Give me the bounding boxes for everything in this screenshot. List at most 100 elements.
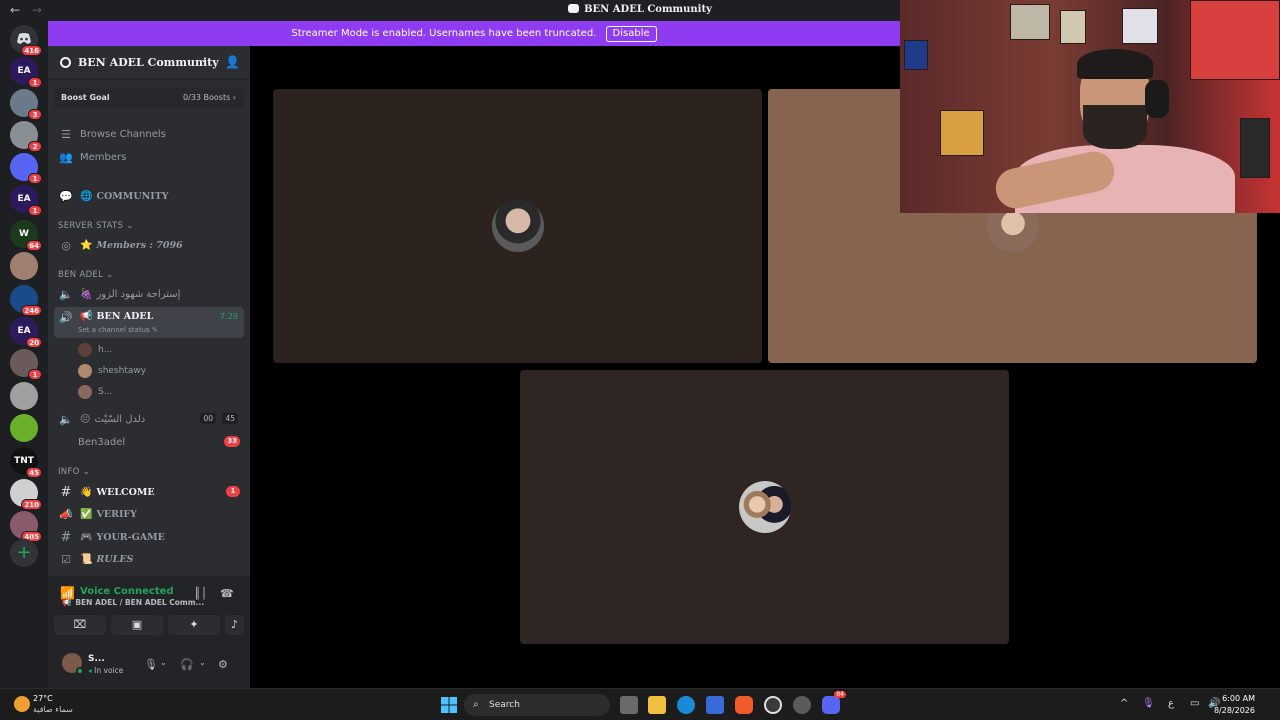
category-info-label: INFO — [58, 467, 80, 477]
headphones-icon[interactable]: 🎧 — [180, 658, 194, 671]
store-icon[interactable] — [706, 696, 724, 714]
boost-goal-bar[interactable]: Boost Goal 0/33 Boosts › — [54, 88, 244, 108]
globe-icon: 🌐 — [80, 190, 93, 202]
voice-connected-status[interactable]: Voice Connected — [80, 586, 174, 597]
channel-your-game[interactable]: # 🎮 YOUR-GAME — [54, 527, 244, 547]
category-server-stats-label: SERVER STATS — [58, 221, 124, 231]
server-icon[interactable] — [10, 252, 38, 280]
grapes-icon: 🍇 — [80, 288, 93, 300]
voice-channel-second[interactable]: 🔈 😐 دلدل السّيْث 00 45 — [54, 409, 244, 429]
channel-verify[interactable]: 📣 ✅ VERIFY — [54, 504, 244, 524]
edge-browser-icon[interactable] — [677, 696, 695, 714]
set-channel-status-link[interactable]: Set a channel status ✎ — [78, 326, 158, 334]
server-badge-icon — [60, 57, 71, 68]
voice-member[interactable]: h... — [78, 341, 112, 359]
task-view-icon[interactable] — [620, 696, 638, 714]
server-icon[interactable]: 246 — [10, 285, 42, 316]
microphone-icon[interactable]: 🎙 — [144, 658, 158, 671]
channel-community[interactable]: 💬 🌐 COMMUNITY — [54, 186, 244, 206]
unread-count-badge: 64 — [26, 240, 42, 251]
server-icon[interactable] — [10, 382, 38, 410]
taskbar-search[interactable]: ⌕ Search — [464, 694, 610, 716]
server-icon[interactable]: W 64 — [10, 220, 42, 251]
category-ben-adel-label: BEN ADEL — [58, 270, 104, 280]
chevron-down-icon[interactable]: ⌄ — [199, 658, 206, 667]
browse-channels-item[interactable]: ☰ Browse Channels — [54, 124, 244, 144]
participant-tile[interactable] — [520, 370, 1009, 644]
server-icon[interactable]: 405 — [10, 511, 42, 542]
noise-suppression-icon[interactable]: ║│ — [194, 587, 207, 600]
disable-streamer-mode-button[interactable]: Disable — [605, 26, 657, 42]
category-info[interactable]: INFO ⌄ — [58, 467, 90, 477]
voice-channel-lounge[interactable]: 🔈 🍇 إستراحة شهود الزور — [54, 284, 244, 304]
activities-button[interactable]: ✦ — [168, 615, 220, 635]
unread-count-badge: 1 — [28, 173, 42, 184]
channel-ben3adel[interactable]: Ben3adel 33 — [54, 432, 244, 452]
windows-logo-icon — [441, 697, 457, 713]
invite-people-icon[interactable]: 👤 — [225, 55, 240, 69]
server-icon-image — [10, 382, 38, 410]
voice-member[interactable]: sheshtawy — [78, 362, 146, 380]
obs-icon[interactable] — [764, 696, 782, 714]
channel-welcome[interactable]: # 👋 WELCOME 1 — [54, 482, 244, 502]
category-server-stats[interactable]: SERVER STATS ⌄ — [58, 221, 134, 231]
server-header[interactable]: BEN ADEL Community ⌄ 👤 — [48, 46, 250, 80]
voice-signal-icon: ◂ — [88, 666, 92, 675]
language-indicator[interactable]: ع — [1168, 698, 1174, 709]
tray-overflow-icon[interactable]: ^ — [1120, 698, 1128, 709]
avatar[interactable] — [62, 653, 84, 675]
network-icon[interactable]: ▭ — [1190, 698, 1199, 709]
members-item[interactable]: 👥 Members — [54, 147, 244, 167]
category-ben-adel[interactable]: BEN ADEL ⌄ — [58, 270, 114, 280]
video-off-button[interactable]: ⌧ — [54, 615, 106, 635]
server-icon[interactable]: 2 — [10, 121, 42, 152]
unread-count-badge: 1 — [28, 369, 42, 380]
share-screen-button[interactable]: ▣ — [111, 615, 163, 635]
voice-member[interactable]: S... — [78, 383, 112, 401]
disconnect-icon[interactable]: ☎ — [220, 587, 234, 600]
server-icon[interactable]: EA 20 — [10, 317, 42, 348]
browse-channels-label: Browse Channels — [80, 128, 166, 140]
voice-channel-ben-adel[interactable]: 🔊 📢 BEN ADEL 7:29 Set a channel status ✎ — [54, 307, 244, 338]
server-icon[interactable]: 210 — [10, 479, 42, 510]
hashtag-icon: # — [60, 529, 72, 545]
voice-location[interactable]: 📢 BEN ADEL / BEN ADEL Comm... — [62, 598, 204, 607]
beard-shape — [1083, 105, 1147, 149]
user-limit-pill: 45 — [222, 413, 238, 424]
megaphone-icon: 📢 — [80, 311, 93, 322]
chevron-down-icon[interactable]: ⌄ — [160, 658, 167, 667]
channel-members-stat[interactable]: ◎ ⭐ Members : 7096 — [54, 235, 244, 255]
brave-browser-icon[interactable] — [735, 696, 753, 714]
add-server-button[interactable]: + — [10, 539, 38, 567]
file-explorer-icon[interactable] — [648, 696, 666, 714]
members-stat-label: Members : 7096 — [96, 239, 183, 251]
webcam-app-icon[interactable] — [793, 696, 811, 714]
server-icon[interactable]: 3 — [10, 89, 42, 120]
unread-count-badge: 20 — [26, 337, 42, 348]
channel-rules[interactable]: ☑ 📜 RULES — [54, 549, 244, 569]
soundboard-button[interactable]: ♪ — [225, 615, 244, 635]
server-icon[interactable]: EA 1 — [10, 57, 42, 88]
direct-messages-button[interactable]: 416 — [10, 25, 42, 56]
start-button[interactable] — [440, 696, 458, 714]
microphone-tray-icon[interactable]: 🎙 — [1142, 698, 1155, 709]
server-icon[interactable]: TNT 45 — [10, 447, 42, 478]
server-icon[interactable]: 1 — [10, 153, 42, 184]
participant-tile[interactable] — [273, 89, 762, 363]
gear-icon[interactable]: ⚙ — [218, 658, 228, 671]
boost-goal-label: Boost Goal — [61, 93, 110, 102]
system-clock[interactable]: 6:00 AM 8/28/2026 — [1214, 693, 1255, 717]
headset-shape — [1145, 80, 1169, 118]
server-icon[interactable]: 1 — [10, 349, 42, 380]
unread-count-badge: 1 — [28, 205, 42, 216]
poster-decoration — [1010, 4, 1050, 40]
speaker-icon: 🔈 — [59, 287, 73, 301]
unread-count-badge: 45 — [26, 467, 42, 478]
forum-icon: 💬 — [59, 189, 73, 203]
wave-icon: 👋 — [80, 486, 93, 498]
server-icon[interactable] — [10, 414, 38, 442]
server-icon[interactable]: EA 1 — [10, 185, 42, 216]
unread-count-badge: 1 — [226, 486, 240, 497]
discord-taskbar-icon[interactable]: 94 — [822, 691, 846, 714]
voice-channel-second-label: دلدل السّيْث — [94, 413, 146, 425]
